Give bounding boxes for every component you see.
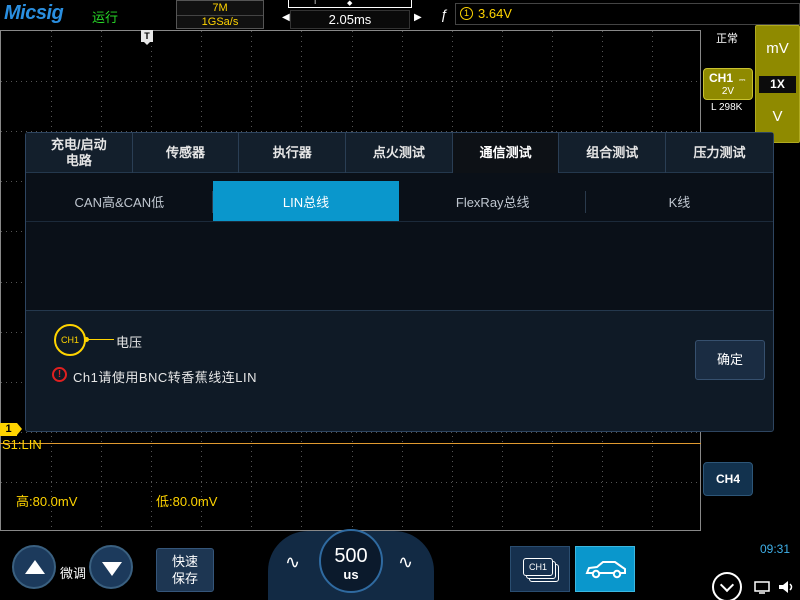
sine-wave-left-icon[interactable]: ∿	[285, 552, 300, 573]
knob-value: 500	[334, 545, 368, 567]
tab-label: 传感器	[166, 145, 206, 160]
trigger-level-box[interactable]: 1 3.64V	[455, 3, 800, 25]
timebase-value[interactable]: 2.05ms	[290, 10, 410, 29]
ch1-scale: 2V	[721, 86, 735, 97]
tab-sensor[interactable]: 传感器	[133, 133, 240, 173]
probe-measurement-label: 电压	[116, 335, 143, 350]
speaker-icon[interactable]	[778, 580, 794, 594]
timebase-right-arrow-icon[interactable]: ▶	[414, 12, 422, 23]
high-threshold-label[interactable]: 高:80.0mV	[16, 491, 77, 510]
down-arrow-icon	[102, 562, 122, 576]
tab-label: 点火测试	[372, 145, 425, 160]
tab-communication[interactable]: 通信测试	[452, 133, 560, 173]
save-label-line1: 快速	[171, 554, 198, 569]
tab-combination[interactable]: 组合测试	[559, 133, 667, 173]
up-arrow-icon	[25, 560, 45, 574]
ruler-trigger-marker: T	[313, 0, 318, 6]
system-clock: 09:31	[760, 542, 791, 556]
fine-down-button[interactable]	[89, 545, 133, 589]
serial-bus-label: S1:LIN	[2, 437, 42, 452]
low-threshold-label[interactable]: 低:80.0mV	[156, 491, 217, 510]
rising-edge-icon[interactable]: ƒ	[440, 6, 448, 22]
confirm-button[interactable]: 确定	[695, 340, 765, 380]
monitor-icon[interactable]	[754, 581, 770, 594]
tab-label: 通信测试	[479, 145, 532, 160]
unit-v-button[interactable]: V	[756, 108, 799, 125]
subtab-lin[interactable]: LIN总线	[212, 181, 400, 222]
main-tab-bar: 充电/启动 电路 传感器 执行器 点火测试 通信测试 组合测试 压力测试	[26, 133, 773, 173]
tab-ignition[interactable]: 点火测试	[346, 133, 453, 173]
timebase-ruler[interactable]: T ◆	[288, 0, 412, 8]
ruler-position-marker: ◆	[347, 0, 353, 7]
trigger-level: 3.64V	[478, 6, 512, 21]
trigger-status: 正常	[716, 33, 738, 45]
sine-wave-right-icon[interactable]: ∿	[398, 552, 413, 573]
ch1-channel-badge[interactable]: CH1 ⎓ 2V	[703, 68, 753, 100]
sub-tab-bar: CAN高&CAN低 LIN总线 FlexRay总线 K线	[26, 181, 773, 222]
stack-card-front: CH1	[523, 558, 553, 576]
dc-coupling-icon: ⎓	[739, 75, 746, 84]
tab-label: 组合测试	[586, 145, 639, 160]
fine-up-button[interactable]	[12, 545, 56, 589]
bottom-control-bar: 微调 快速 保存 ∿ ∿ 500 us CH1	[0, 529, 800, 600]
channel-1-marker[interactable]: 1	[0, 423, 22, 436]
subtab-can[interactable]: CAN高&CAN低	[26, 181, 213, 222]
tab-label: 充电/启动 电路	[51, 137, 107, 168]
sub-tab-area: CAN高&CAN低 LIN总线 FlexRay总线 K线	[26, 173, 773, 311]
chevron-down-icon[interactable]	[712, 572, 742, 600]
vertical-scale-panel[interactable]: mV 1X V	[755, 25, 800, 143]
tab-label: 执行器	[272, 145, 312, 160]
serial-trace-line	[0, 443, 701, 444]
memory-depth: 7M	[212, 2, 228, 14]
sample-rate: 1GSa/s	[177, 15, 263, 28]
quick-save-button[interactable]: 快速 保存	[156, 548, 214, 592]
probe-connector-dot	[84, 337, 89, 342]
tab-label: 压力测试	[693, 145, 746, 160]
probe-factor[interactable]: 1X	[759, 76, 796, 93]
connection-hint: Ch1请使用BNC转香蕉线连LIN	[73, 370, 258, 385]
trigger-source: 1	[460, 7, 473, 20]
probe-connector-line	[86, 339, 114, 340]
fine-adjust-label: 微调	[60, 566, 87, 581]
run-state-indicator[interactable]: 运行	[92, 7, 118, 26]
brand-logo: Micsig	[4, 2, 64, 24]
automotive-mode-button[interactable]	[575, 546, 635, 592]
tab-charging-start[interactable]: 充电/启动 电路	[26, 133, 133, 173]
car-icon	[585, 561, 626, 579]
tab-pressure[interactable]: 压力测试	[666, 133, 773, 173]
knob-unit: us	[343, 567, 359, 582]
timebase-knob[interactable]: 500 us	[319, 529, 383, 593]
acquisition-settings[interactable]: 7M 1GSa/s	[176, 0, 264, 29]
save-label-line2: 保存	[171, 571, 198, 586]
tab-actuator[interactable]: 执行器	[239, 133, 347, 173]
top-status-bar: Micsig 运行 7M 1GSa/s T ◆ ◀ 2.05ms ▶ ƒ 1 3…	[0, 0, 800, 30]
channel-stack-button[interactable]: CH1	[510, 546, 570, 592]
probe-channel-icon: CH1	[54, 324, 86, 356]
ch1-label: CH1	[709, 71, 734, 85]
automotive-test-dialog: 充电/启动 电路 传感器 执行器 点火测试 通信测试 组合测试 压力测试 CAN…	[25, 132, 774, 432]
subtab-k-line[interactable]: K线	[586, 181, 773, 222]
timebase-left-arrow-icon[interactable]: ◀	[282, 12, 290, 23]
ch4-button[interactable]: CH4	[703, 462, 753, 496]
warning-icon: !	[52, 367, 67, 382]
subtab-flexray[interactable]: FlexRay总线	[399, 181, 587, 222]
unit-mv-button[interactable]: mV	[756, 40, 799, 57]
record-length: L 298K	[711, 102, 743, 113]
trigger-position-marker[interactable]: T	[141, 30, 153, 45]
